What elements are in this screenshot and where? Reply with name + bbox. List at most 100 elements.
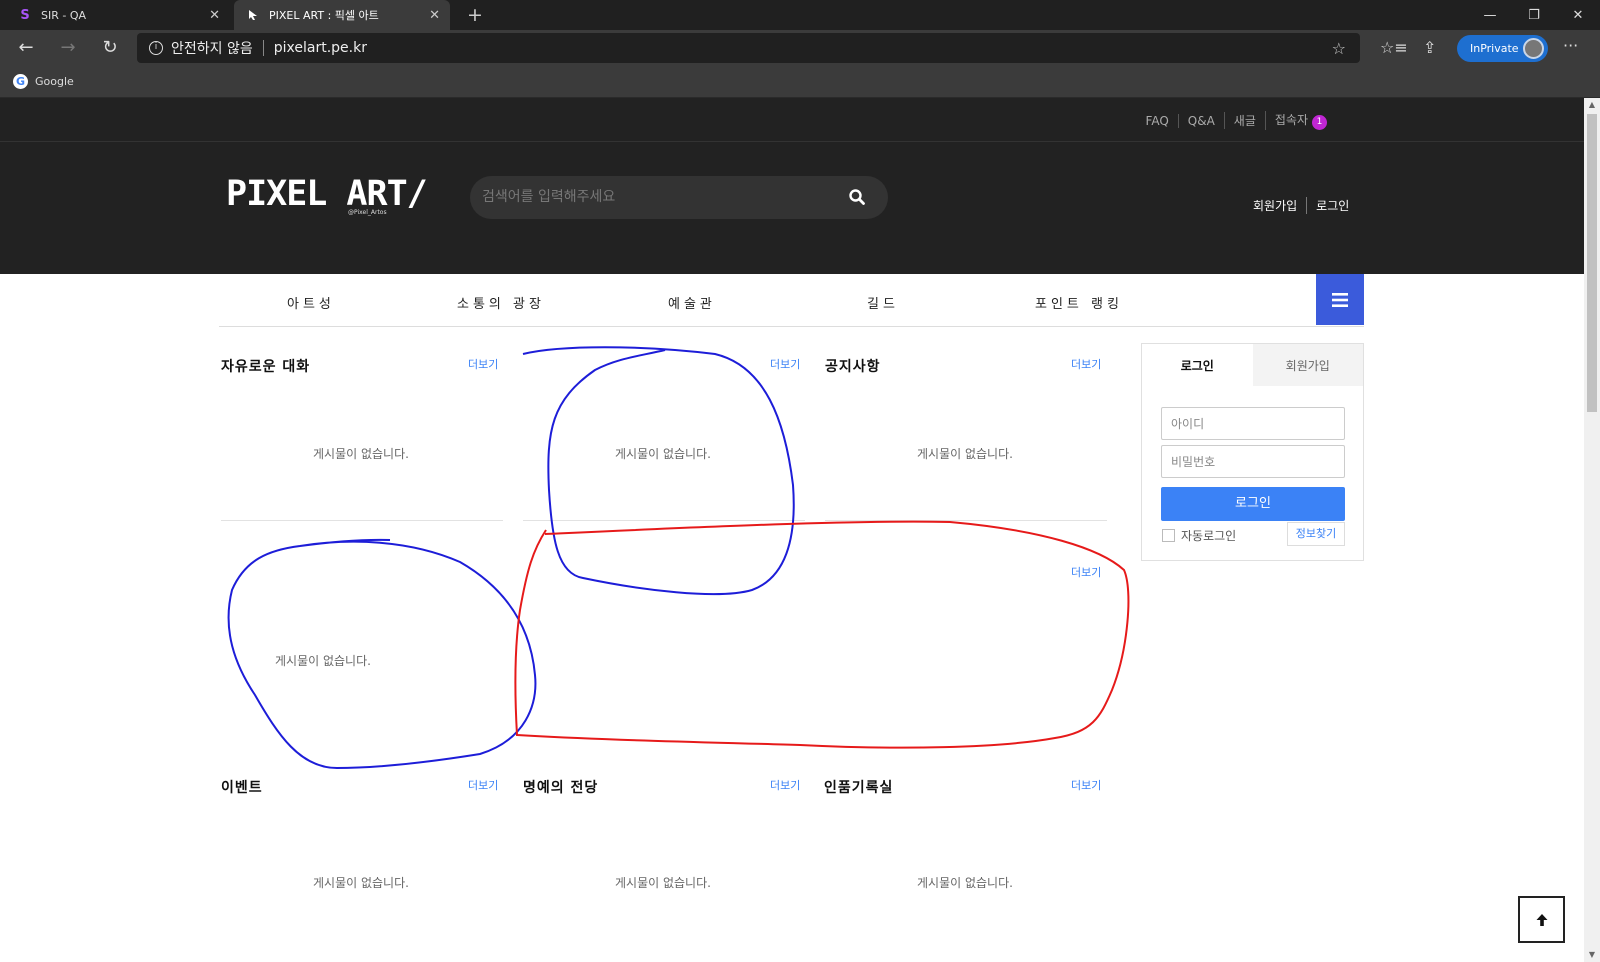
bookmarks-bar: G Google xyxy=(0,66,1600,98)
top-links: FAQ Q&A 새글 접속자 1 xyxy=(1137,111,1336,130)
google-logo-icon: G xyxy=(13,74,28,89)
favorites-list-icon[interactable]: ☆≡ xyxy=(1380,38,1408,57)
address-bar[interactable]: i 안전하지 않음 pixelart.pe.kr ☆ xyxy=(137,33,1360,63)
site-top-bar: FAQ Q&A 새글 접속자 1 xyxy=(0,98,1584,142)
favorite-star-icon[interactable]: ☆ xyxy=(1332,39,1346,58)
more-link[interactable]: 더보기 xyxy=(1071,564,1101,580)
login-link[interactable]: 로그인 xyxy=(1306,197,1358,214)
main-navigation: 아트성 소통의 광장 예술관 길드 포인트 랭킹 xyxy=(219,274,1364,327)
tab-close-icon[interactable]: ✕ xyxy=(209,8,220,23)
sir-favicon-icon: S xyxy=(20,7,30,23)
back-to-top-button[interactable] xyxy=(1518,896,1565,943)
restore-button[interactable]: ❐ xyxy=(1512,0,1556,30)
search-bar xyxy=(470,176,888,219)
browser-tab-pixelart[interactable]: PIXEL ART : 픽셀 아트 ✕ xyxy=(234,0,450,30)
board-title[interactable]: 인품기록실 xyxy=(824,777,893,797)
board-hall-of-fame: 명예의 전당 더보기 게시물이 없습니다. xyxy=(523,777,805,957)
more-link[interactable]: 더보기 xyxy=(1071,777,1101,793)
hamburger-menu-button[interactable] xyxy=(1316,274,1364,325)
browser-tab-strip: S SIR - QA ✕ PIXEL ART : 픽셀 아트 ✕ + — ❐ ✕ xyxy=(0,0,1600,30)
tab-close-icon[interactable]: ✕ xyxy=(429,8,440,23)
visitor-count-badge: 1 xyxy=(1312,115,1327,130)
visitors-link[interactable]: 접속자 1 xyxy=(1264,111,1336,130)
refresh-icon[interactable]: ↻ xyxy=(98,37,122,59)
empty-message: 게시물이 없습니다. xyxy=(275,654,371,668)
arrow-up-icon xyxy=(1536,913,1547,926)
site-logo[interactable]: PIXEL ART/ xyxy=(226,174,428,214)
browser-toolbar: ← → ↻ i 안전하지 않음 pixelart.pe.kr ☆ ☆≡ ⇪ In… xyxy=(0,30,1600,66)
board-title[interactable]: 공지사항 xyxy=(825,356,881,376)
back-arrow-icon[interactable]: ← xyxy=(14,37,38,59)
tab-login[interactable]: 로그인 xyxy=(1142,344,1253,386)
nav-item-point-ranking[interactable]: 포인트 랭킹 xyxy=(1035,293,1123,312)
more-menu-icon[interactable]: ··· xyxy=(1563,36,1578,55)
password-field[interactable] xyxy=(1161,445,1345,478)
board-title[interactable]: 명예의 전당 xyxy=(523,777,598,797)
search-input[interactable] xyxy=(482,185,822,209)
faq-link[interactable]: FAQ xyxy=(1137,114,1178,128)
nav-item-gallery[interactable]: 예술관 xyxy=(668,293,716,312)
board-records: 인품기록실 더보기 게시물이 없습니다. xyxy=(824,777,1106,957)
scroll-up-icon[interactable]: ▲ xyxy=(1584,98,1600,112)
scrollbar-thumb[interactable] xyxy=(1587,114,1597,412)
id-field[interactable] xyxy=(1161,407,1345,440)
forward-arrow-icon[interactable]: → xyxy=(56,37,80,59)
board-title[interactable]: 이벤트 xyxy=(221,777,263,797)
window-close-button[interactable]: ✕ xyxy=(1556,0,1600,30)
hamburger-icon xyxy=(1332,292,1348,307)
empty-message: 게시물이 없습니다. xyxy=(917,447,1013,461)
empty-message: 게시물이 없습니다. xyxy=(313,447,409,461)
visitors-label: 접속자 xyxy=(1274,113,1308,127)
url-text[interactable]: pixelart.pe.kr xyxy=(274,40,367,56)
tab-signup[interactable]: 회원가입 xyxy=(1252,344,1363,386)
login-widget: 로그인 회원가입 로그인 자동로그인 정보찾기 xyxy=(1141,343,1364,561)
auto-login-checkbox[interactable] xyxy=(1162,529,1175,542)
minimize-button[interactable]: — xyxy=(1468,0,1512,30)
share-icon[interactable]: ⇪ xyxy=(1423,38,1436,57)
board-notice: 공지사항 더보기 게시물이 없습니다. xyxy=(825,356,1107,521)
board-divider xyxy=(221,520,503,521)
logo-subtitle: @Pixel_Artos xyxy=(348,209,387,216)
empty-message: 게시물이 없습니다. xyxy=(615,876,711,890)
login-tabs: 로그인 회원가입 xyxy=(1142,344,1363,386)
more-link[interactable]: 더보기 xyxy=(468,777,498,793)
nav-item-guild[interactable]: 길드 xyxy=(867,293,899,312)
new-posts-link[interactable]: 새글 xyxy=(1223,112,1265,129)
board-untitled-2: 게시물이 없습니다. xyxy=(221,564,503,754)
nav-item-artsung[interactable]: 아트성 xyxy=(287,293,335,312)
inprivate-label: InPrivate xyxy=(1470,42,1519,55)
info-icon[interactable]: i xyxy=(149,41,163,55)
profile-avatar xyxy=(1523,38,1544,59)
tab-title: SIR - QA xyxy=(41,8,87,22)
address-separator xyxy=(262,40,264,56)
bookmark-google[interactable]: G Google xyxy=(13,74,74,89)
more-link[interactable]: 더보기 xyxy=(770,777,800,793)
more-link[interactable]: 더보기 xyxy=(770,356,800,372)
more-link[interactable]: 더보기 xyxy=(468,356,498,372)
search-icon[interactable] xyxy=(848,188,866,206)
auto-login-label[interactable]: 자동로그인 xyxy=(1181,527,1236,544)
page-scrollbar[interactable]: ▲ ▼ xyxy=(1584,98,1600,962)
board-untitled-1: 더보기 게시물이 없습니다. xyxy=(523,356,805,521)
scroll-down-icon[interactable]: ▼ xyxy=(1584,948,1600,962)
signup-link[interactable]: 회원가입 xyxy=(1244,197,1306,214)
site-header: PIXEL ART/ @Pixel_Artos 회원가입 로그인 xyxy=(0,142,1584,274)
new-tab-button[interactable]: + xyxy=(467,4,483,26)
qa-link[interactable]: Q&A xyxy=(1177,113,1224,128)
inprivate-button[interactable]: InPrivate xyxy=(1457,35,1548,62)
auto-login: 자동로그인 xyxy=(1162,527,1236,544)
board-divider xyxy=(825,520,1107,521)
security-label[interactable]: 안전하지 않음 xyxy=(171,38,253,58)
cursor-favicon-icon xyxy=(246,8,260,22)
login-button[interactable]: 로그인 xyxy=(1161,487,1345,521)
nav-item-plaza[interactable]: 소통의 광장 xyxy=(457,293,545,312)
empty-message: 게시물이 없습니다. xyxy=(615,447,711,461)
tab-title: PIXEL ART : 픽셀 아트 xyxy=(269,9,379,22)
more-link[interactable]: 더보기 xyxy=(1071,356,1101,372)
find-info-button[interactable]: 정보찾기 xyxy=(1287,522,1345,546)
browser-tab-sir[interactable]: S SIR - QA ✕ xyxy=(8,0,230,30)
board-divider xyxy=(523,520,805,521)
page-viewport: FAQ Q&A 새글 접속자 1 PIXEL ART/ @Pixel_Artos … xyxy=(0,98,1584,962)
board-title[interactable]: 자유로운 대화 xyxy=(221,356,310,376)
board-untitled-3: 더보기 xyxy=(825,564,1107,754)
